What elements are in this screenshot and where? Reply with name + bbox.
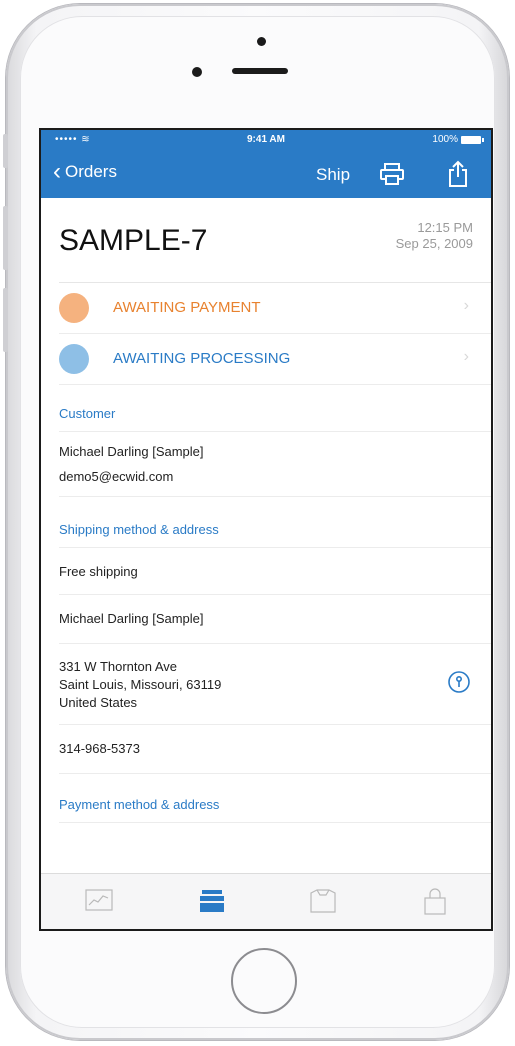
payment-status-label: AWAITING PAYMENT [113,299,261,316]
status-dot [59,293,89,323]
order-time: 12:15 PM [417,220,473,235]
back-button[interactable]: ‹ Orders [53,158,117,185]
battery-indicator: 100% [432,134,484,145]
address-line: United States [59,695,138,710]
proximity-sensor [192,67,202,77]
section-title-customer: Customer [59,401,491,432]
fulfillment-status-label: AWAITING PROCESSING [113,350,291,367]
volume-down-button [3,288,8,352]
order-details: SAMPLE-7 12:15 PM Sep 25, 2009 AWAITING … [41,198,491,823]
products-icon[interactable] [309,888,337,919]
battery-percent: 100% [432,134,458,145]
order-header: SAMPLE-7 12:15 PM Sep 25, 2009 [59,198,491,283]
map-pin-icon[interactable] [447,670,471,697]
tab-bar [41,873,491,929]
order-id: SAMPLE-7 [59,224,208,257]
printer-icon[interactable] [379,162,405,191]
navigation-bar: ••••• ≋ 9:41 AM 100% ‹ Orders Ship [41,130,491,198]
back-label: Orders [65,162,117,181]
share-icon[interactable] [447,160,469,193]
shipping-address[interactable]: 331 W Thornton Ave Saint Louis, Missouri… [59,644,491,725]
shipping-method-label: Free shipping [59,564,138,579]
status-dot [59,344,89,374]
address-line: 331 W Thornton Ave [59,659,178,674]
front-camera [257,37,266,46]
customer-info[interactable]: Michael Darling [Sample] demo5@ecwid.com [59,432,491,497]
shipping-name: Michael Darling [Sample] [59,595,491,644]
earpiece-speaker [232,68,288,74]
nav-row: ‹ Orders Ship [41,160,491,190]
chevron-right-icon: › [463,297,469,314]
volume-up-button [3,206,8,270]
ship-button[interactable]: Ship [316,165,350,185]
section-title-shipping: Shipping method & address [59,517,491,548]
orders-icon[interactable] [198,888,226,919]
shipping-name-label: Michael Darling [Sample] [59,611,204,626]
shipping-phone[interactable]: 314-968-5373 [59,725,491,774]
address-line: Saint Louis, Missouri, 63119 [59,677,222,692]
mute-switch [3,134,8,168]
order-timestamp: 12:15 PM Sep 25, 2009 [396,220,473,252]
home-button[interactable] [231,948,297,1014]
customer-name: Michael Darling [Sample] [59,444,204,459]
phone-label: 314-968-5373 [59,741,140,756]
battery-icon [461,135,484,144]
stats-icon[interactable] [85,888,113,917]
status-time: 9:41 AM [247,134,285,145]
customer-email: demo5@ecwid.com [59,469,174,484]
fulfillment-status-row[interactable]: AWAITING PROCESSING › [59,334,491,385]
address-lines: 331 W Thornton Ave Saint Louis, Missouri… [59,658,221,712]
section-title-payment: Payment method & address [59,792,491,823]
order-date: Sep 25, 2009 [395,236,473,251]
screen: ••••• ≋ 9:41 AM 100% ‹ Orders Ship SAMPL… [39,128,493,931]
shipping-method[interactable]: Free shipping [59,548,491,595]
chevron-left-icon: ‹ [53,158,61,185]
status-bar: ••••• ≋ 9:41 AM 100% [41,134,491,148]
payment-status-row[interactable]: AWAITING PAYMENT › [59,283,491,334]
store-icon[interactable] [423,888,447,921]
chevron-right-icon: › [463,348,469,365]
